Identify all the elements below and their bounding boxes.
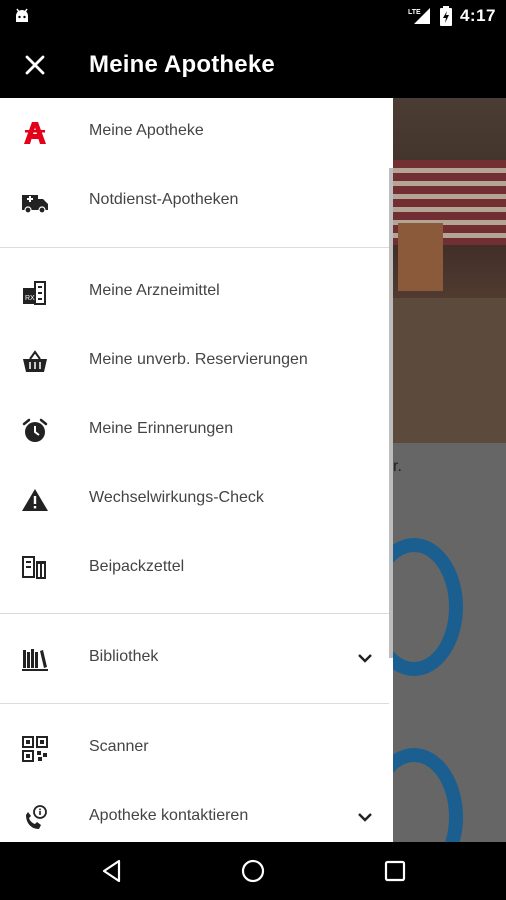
drawer-item-label: Meine Apotheke	[89, 122, 204, 139]
drawer-item-beipackzettel[interactable]: Beipackzettel	[0, 534, 389, 603]
background-content: r.	[393, 98, 506, 842]
drawer-scrollbar[interactable]	[389, 168, 393, 658]
medication-icon: RX	[23, 281, 46, 305]
chevron-down-icon[interactable]	[356, 649, 374, 667]
android-notification-icon	[16, 8, 28, 22]
drawer-item-label: Scanner	[89, 738, 149, 755]
phone-info-icon	[26, 805, 47, 829]
drawer-item-apotheke-kontaktieren[interactable]: Apotheke kontaktieren	[0, 783, 389, 842]
library-icon	[22, 649, 48, 671]
drawer-divider	[0, 613, 389, 614]
warning-icon	[22, 489, 48, 511]
status-clock: 4:17	[459, 6, 496, 25]
basket-icon	[23, 350, 47, 372]
pharmacy-counter-image	[398, 223, 443, 291]
svg-text:RX: RX	[25, 295, 35, 302]
drawer-divider	[0, 703, 389, 704]
ambulance-icon	[22, 195, 48, 214]
drawer-item-label: Meine unverb. Reservierungen	[89, 351, 308, 368]
drawer-item-meine-reservierungen[interactable]: Meine unverb. Reservierungen	[0, 327, 389, 396]
page-title: Meine Apotheke	[89, 51, 275, 78]
network-label: LTE	[408, 9, 421, 16]
battery-charging-icon	[439, 6, 452, 26]
app-toolbar: Meine Apotheke	[0, 32, 506, 98]
back-icon[interactable]	[99, 858, 125, 884]
navigation-drawer: Meine Apotheke Notdienst-Apotheken RX Me…	[0, 98, 393, 842]
recent-apps-icon[interactable]	[382, 858, 408, 884]
lte-signal-icon: LTE	[408, 8, 430, 24]
drawer-item-meine-arzneimittel[interactable]: RX Meine Arzneimittel	[0, 258, 389, 327]
drawer-item-label: Meine Arzneimittel	[89, 282, 220, 299]
drawer-item-bibliothek[interactable]: Bibliothek	[0, 624, 389, 693]
apotheke-a-icon	[24, 122, 46, 144]
drawer-item-label: Apotheke kontaktieren	[89, 807, 249, 824]
drawer-item-label: Meine Erinnerungen	[89, 420, 234, 437]
alarm-clock-icon	[22, 418, 48, 442]
home-icon[interactable]	[240, 858, 266, 884]
drawer-item-label: Beipackzettel	[89, 558, 185, 575]
close-icon[interactable]	[22, 52, 48, 78]
drawer-divider	[0, 247, 389, 248]
qr-code-icon	[22, 736, 48, 762]
chevron-down-icon[interactable]	[356, 808, 374, 826]
drawer-item-label: Wechselwirkungs-Check	[89, 489, 264, 506]
pharmacy-floor-image	[393, 298, 506, 443]
drawer-item-wechselwirkungs-check[interactable]: Wechselwirkungs-Check	[0, 465, 389, 534]
drawer-item-scanner[interactable]: Scanner	[0, 714, 389, 783]
drawer-item-meine-erinnerungen[interactable]: Meine Erinnerungen	[0, 396, 389, 465]
drawer-item-meine-apotheke[interactable]: Meine Apotheke	[0, 98, 389, 167]
drawer-item-notdienst-apotheken[interactable]: Notdienst-Apotheken	[0, 167, 389, 236]
system-navigation-bar	[0, 842, 506, 900]
drawer-item-label: Notdienst-Apotheken	[89, 191, 239, 208]
leaflet-icon	[22, 556, 46, 579]
status-bar: LTE 4:17	[0, 0, 506, 32]
drawer-item-label: Bibliothek	[89, 648, 159, 665]
background-text-fragment: r.	[393, 458, 402, 475]
